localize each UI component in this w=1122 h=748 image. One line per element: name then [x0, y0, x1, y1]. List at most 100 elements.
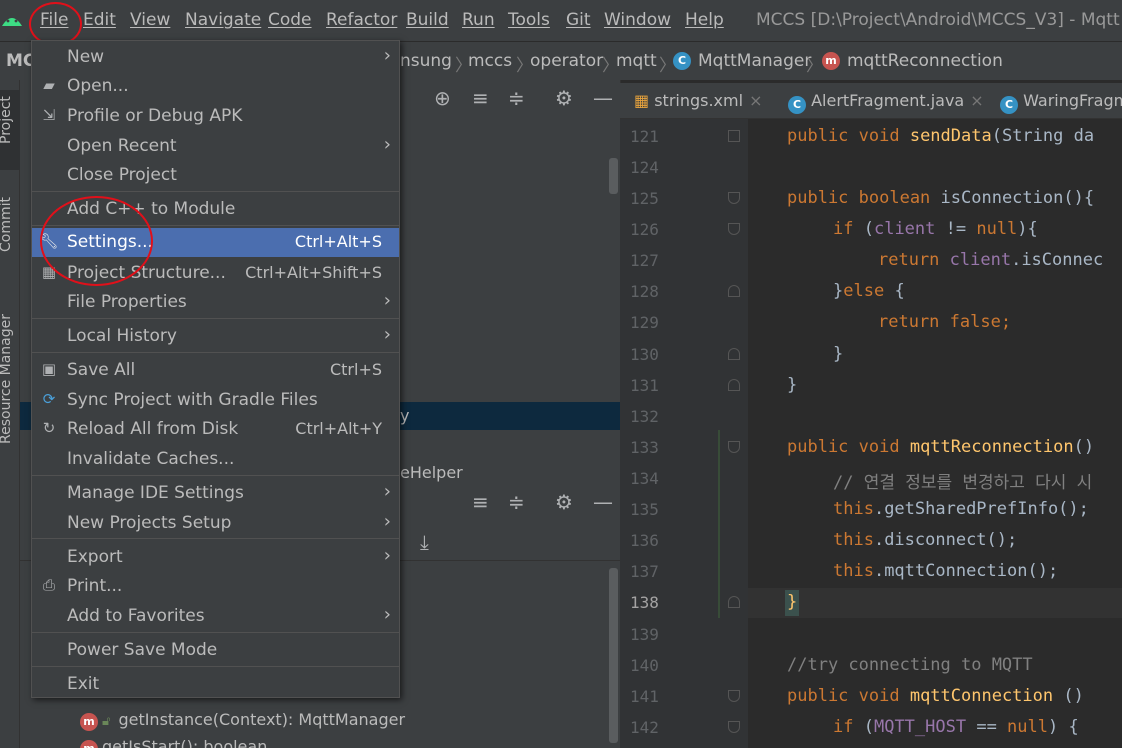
structure-method-row[interactable]: m getIsStart(): boolean	[80, 737, 267, 748]
fold-marker-icon[interactable]	[728, 690, 740, 702]
menu-item-invalidate-caches[interactable]: Invalidate Caches...	[32, 445, 399, 473]
menu-item-sync-gradle[interactable]: ⟳ Sync Project with Gradle Files	[32, 386, 399, 414]
close-icon[interactable]: ×	[749, 91, 762, 110]
menu-item-label: Print...	[67, 576, 123, 596]
chevron-right-icon: ›	[383, 511, 391, 532]
tool-window-strip: Project Commit Resource Manager	[0, 80, 20, 748]
menu-item-settings[interactable]: 🔧︎ Settings... Ctrl+Alt+S	[32, 228, 399, 257]
fold-marker-icon[interactable]	[728, 223, 740, 235]
collapse-all-icon[interactable]: ≑	[508, 490, 525, 514]
expand-all-icon[interactable]: ≡	[472, 490, 489, 514]
locate-icon[interactable]: ⊕	[434, 86, 451, 110]
menu-refactor[interactable]: Refactor	[326, 10, 397, 30]
tab-label: WaringFragm	[1023, 91, 1122, 110]
code-token: {	[894, 281, 905, 301]
structure-method-row[interactable]: m 🔓︎ getInstance(Context): MqttManager	[80, 710, 405, 731]
menu-item-save-all[interactable]: ▣ Save All Ctrl+S	[32, 356, 399, 384]
breadcrumb-item[interactable]: mqtt	[616, 51, 657, 71]
expand-all-icon[interactable]: ≡	[472, 86, 489, 110]
code-token: MQTT_HOST	[873, 717, 967, 737]
menu-window[interactable]: Window	[604, 10, 671, 30]
fold-marker-icon[interactable]	[728, 130, 740, 142]
breadcrumb-item[interactable]: MqttManager	[698, 51, 811, 71]
menu-git[interactable]: Git	[566, 10, 591, 30]
code-token: client	[873, 219, 936, 239]
code-token: .mqttConnection();	[873, 561, 1059, 581]
menu-item-manage-ide-settings[interactable]: Manage IDE Settings ›	[32, 479, 399, 507]
sort-icon[interactable]: ⤓	[420, 530, 429, 554]
code-token: null	[976, 219, 1018, 239]
tab-strings-xml[interactable]: ▦ strings.xml ×	[634, 91, 762, 110]
tool-tab-commit[interactable]: Commit	[0, 197, 14, 252]
menu-item-print[interactable]: ⎙ Print...	[32, 572, 399, 600]
fold-marker-icon[interactable]	[728, 192, 740, 204]
code-line: this.mqttConnection();	[833, 561, 1058, 581]
menu-item-open[interactable]: ▰ Open...	[32, 72, 399, 100]
tool-tab-project[interactable]: Project	[0, 96, 14, 144]
breadcrumb-item[interactable]: nsung	[400, 51, 452, 71]
menu-tools[interactable]: Tools	[508, 10, 550, 30]
line-number: 127	[630, 251, 659, 270]
code-comment: // 연결 정보를 변경하고 다시 시	[833, 473, 1093, 493]
menu-item-project-structure[interactable]: ▦ Project Structure... Ctrl+Alt+Shift+S	[32, 259, 399, 287]
menu-item-local-history[interactable]: Local History ›	[32, 322, 399, 350]
menu-file[interactable]: File	[40, 10, 68, 30]
line-number: 129	[630, 313, 659, 332]
menu-item-file-properties[interactable]: File Properties ›	[32, 288, 399, 316]
project-structure-icon: ▦	[41, 263, 57, 281]
menu-navigate[interactable]: Navigate	[185, 10, 261, 30]
code-token: ==	[966, 717, 1008, 737]
gear-icon[interactable]: ⚙	[555, 86, 573, 110]
code-token: return false;	[878, 312, 1012, 332]
fold-marker-icon[interactable]	[728, 441, 740, 453]
minimize-icon[interactable]: —	[593, 490, 613, 514]
menu-item-label: Local History	[67, 326, 177, 346]
tab-alertfragment-java[interactable]: C AlertFragment.java ×	[788, 91, 984, 114]
menu-item-exit[interactable]: Exit	[32, 670, 399, 698]
menu-item-profile-debug-apk[interactable]: ⇲ Profile or Debug APK	[32, 102, 399, 130]
menu-item-open-recent[interactable]: Open Recent ›	[32, 132, 399, 160]
breadcrumb-item[interactable]: mqttReconnection	[847, 51, 1003, 71]
fold-marker-icon[interactable]	[728, 348, 740, 360]
breadcrumb-item[interactable]: mccs	[468, 51, 512, 71]
menu-code[interactable]: Code	[268, 10, 312, 30]
scrollbar-thumb[interactable]	[609, 568, 618, 743]
menu-item-label: Add C++ to Module	[67, 199, 236, 219]
print-icon: ⎙	[42, 576, 55, 594]
menu-view[interactable]: View	[130, 10, 170, 30]
line-number: 130	[630, 345, 659, 364]
menu-item-label: Add to Favorites	[67, 606, 205, 626]
minimize-icon[interactable]: —	[593, 86, 613, 110]
fold-marker-icon[interactable]	[728, 596, 740, 608]
fold-marker-icon[interactable]	[728, 379, 740, 391]
menu-item-label: Settings...	[67, 232, 153, 252]
menu-item-close-project[interactable]: Close Project	[32, 161, 399, 189]
menu-item-new-projects-setup[interactable]: New Projects Setup ›	[32, 509, 399, 537]
menu-build[interactable]: Build	[406, 10, 449, 30]
tab-waringfragment[interactable]: C WaringFragm	[1000, 91, 1122, 114]
menu-item-power-save-mode[interactable]: Power Save Mode	[32, 636, 399, 664]
menu-help[interactable]: Help	[685, 10, 724, 30]
menu-item-export[interactable]: Export ›	[32, 543, 399, 571]
menu-item-new[interactable]: New ›	[32, 43, 399, 71]
menu-item-reload-disk[interactable]: ↻ Reload All from Disk Ctrl+Alt+Y	[32, 415, 399, 443]
menu-separator	[32, 632, 399, 633]
menu-edit[interactable]: Edit	[83, 10, 116, 30]
menu-item-add-cpp[interactable]: Add C++ to Module	[32, 195, 399, 223]
menu-item-add-to-favorites[interactable]: Add to Favorites ›	[32, 602, 399, 630]
breadcrumb-item[interactable]: operator	[530, 51, 603, 71]
line-number: 139	[630, 625, 659, 644]
menu-run[interactable]: Run	[462, 10, 495, 30]
chevron-right-icon: ›	[383, 545, 391, 566]
menu-separator	[32, 318, 399, 319]
code-token: return	[878, 250, 950, 270]
tab-label: AlertFragment.java	[811, 91, 965, 110]
close-icon[interactable]: ×	[970, 91, 983, 110]
tool-tab-resource-manager[interactable]: Resource Manager	[0, 314, 14, 444]
fold-marker-icon[interactable]	[728, 285, 740, 297]
fold-marker-icon[interactable]	[728, 721, 740, 733]
gear-icon[interactable]: ⚙	[555, 490, 573, 514]
menu-item-label: Profile or Debug APK	[67, 106, 243, 126]
scrollbar-thumb[interactable]	[609, 158, 618, 194]
collapse-all-icon[interactable]: ≑	[508, 86, 525, 110]
